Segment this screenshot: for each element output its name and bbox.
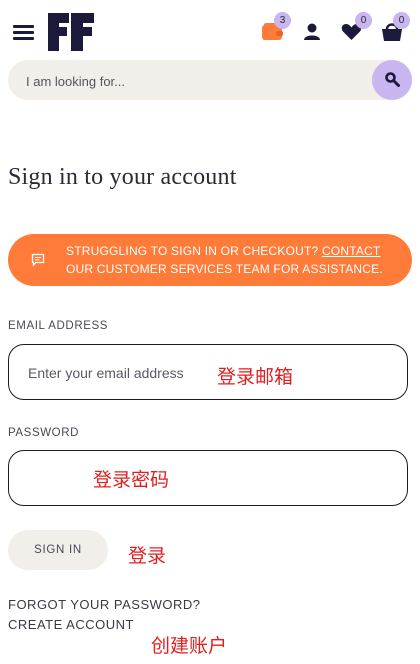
message-icon [31, 253, 45, 267]
sign-in-annotation: 登录 [128, 545, 167, 567]
wishlist-count-badge: 0 [355, 12, 372, 29]
create-account-link[interactable]: CREATE ACCOUNT [8, 617, 134, 632]
account-button[interactable] [303, 23, 321, 41]
password-field[interactable] [26, 451, 390, 507]
help-notice-banner: STRUGGLING TO SIGN IN OR CHECKOUT? CONTA… [8, 234, 412, 286]
brand-logo[interactable] [47, 12, 95, 52]
password-label: PASSWORD [8, 427, 80, 439]
password-annotation: 登录密码 [93, 469, 170, 491]
page-title: Sign in to your account [8, 164, 237, 190]
user-icon [303, 23, 321, 45]
forgot-password-link[interactable]: FORGOT YOUR PASSWORD? [8, 597, 201, 612]
hamburger-menu-icon[interactable] [13, 25, 34, 41]
sign-in-button[interactable]: SIGN IN [8, 530, 108, 570]
wallet-count-badge: 3 [274, 12, 291, 29]
email-annotation: 登录邮箱 [217, 366, 294, 388]
notice-line-1: STRUGGLING TO SIGN IN OR CHECKOUT? CONTA… [66, 244, 380, 258]
wallet-button[interactable]: 3 [262, 12, 292, 45]
search-button[interactable] [372, 60, 412, 100]
search-bar [8, 60, 412, 102]
contact-link[interactable]: CONTACT [322, 244, 381, 258]
create-account-annotation: 创建账户 [151, 635, 228, 657]
notice-text: STRUGGLING TO SIGN IN OR CHECKOUT? [66, 244, 319, 258]
notice-line-2: OUR CUSTOMER SERVICES TEAM FOR ASSISTANC… [66, 262, 383, 276]
email-field[interactable] [26, 345, 390, 401]
email-label: EMAIL ADDRESS [8, 320, 109, 332]
wishlist-button[interactable]: 0 [341, 12, 372, 45]
basket-button[interactable]: 0 [381, 12, 411, 45]
basket-count-badge: 0 [393, 12, 410, 29]
password-field-box [8, 450, 408, 507]
search-input[interactable] [24, 60, 368, 102]
email-field-box [8, 344, 408, 401]
search-icon [385, 72, 400, 92]
